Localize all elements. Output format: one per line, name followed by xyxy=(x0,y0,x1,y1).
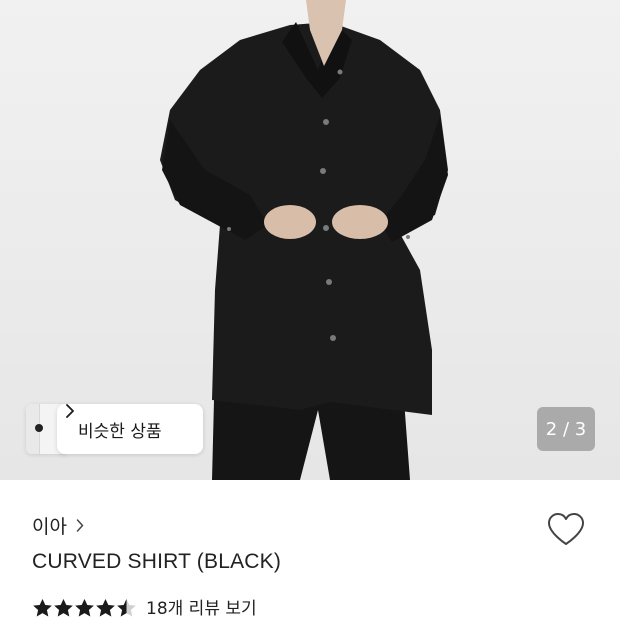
brand-link[interactable]: 이아 xyxy=(32,512,84,539)
chevron-right-icon xyxy=(76,519,84,532)
star-icon xyxy=(75,598,94,616)
review-link[interactable]: 18개 리뷰 보기 xyxy=(146,594,257,620)
similar-products-button[interactable]: 비슷한 상품 xyxy=(57,404,203,454)
thumbnail-dot xyxy=(35,424,43,432)
star-icon xyxy=(54,598,73,616)
similar-products-label: 비슷한 상품 xyxy=(78,421,162,442)
product-name: CURVED SHIRT (BLACK) xyxy=(32,550,282,573)
product-image[interactable]: 비슷한 상품 2 / 3 xyxy=(0,0,620,480)
star-icon xyxy=(33,598,52,616)
star-icon xyxy=(96,598,115,616)
rating-row: 18개 리뷰 보기 xyxy=(32,594,257,620)
chevron-right-icon xyxy=(66,404,74,418)
heart-outline-icon[interactable] xyxy=(546,511,586,547)
brand-name: 이아 xyxy=(32,516,67,538)
star-icon xyxy=(117,598,136,616)
page-indicator-text: 2 / 3 xyxy=(545,418,587,440)
image-page-indicator: 2 / 3 xyxy=(537,407,595,451)
star-rating xyxy=(32,598,137,618)
